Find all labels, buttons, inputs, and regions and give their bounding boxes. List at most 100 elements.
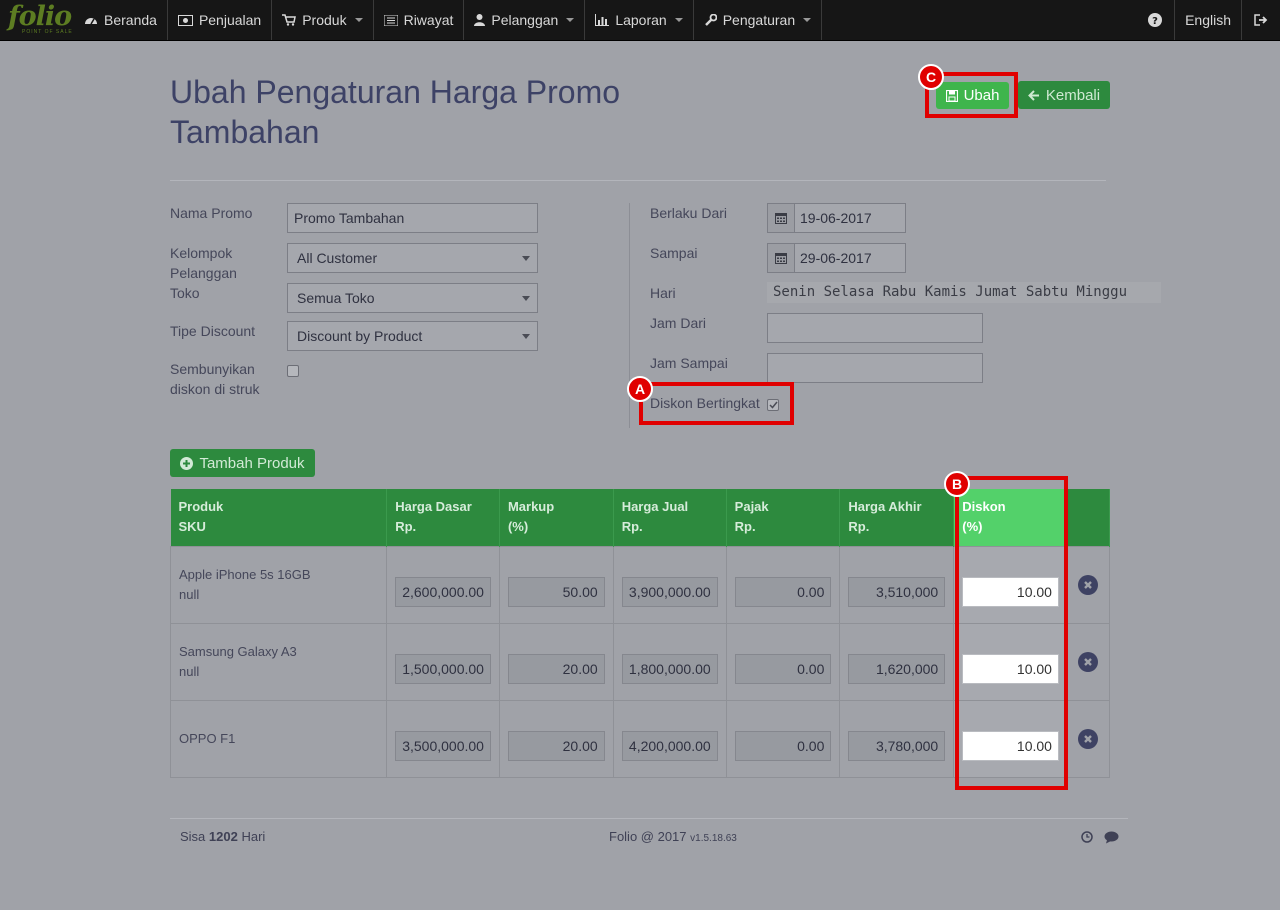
nav-label: Riwayat xyxy=(403,12,454,28)
list-icon xyxy=(383,14,398,26)
nav-label: Beranda xyxy=(104,12,157,28)
logo-text: folio xyxy=(8,1,72,32)
diskon-input[interactable]: 10.00 xyxy=(962,576,1059,607)
toko-select[interactable]: Semua Toko xyxy=(287,283,538,313)
pajak-input[interactable]: 0.00 xyxy=(734,576,832,607)
harga-dasar-cell: 2,600,000.00 xyxy=(386,545,500,624)
nama-promo-label: Nama Promo xyxy=(170,205,253,221)
marker-c: C xyxy=(918,64,944,90)
harga-jual-input[interactable]: 3,900,000.00 xyxy=(621,576,718,607)
chevron-down-icon xyxy=(674,18,683,22)
marker-a: A xyxy=(627,376,653,402)
help-button[interactable]: ? xyxy=(1136,0,1174,40)
nav-right: ? English xyxy=(1136,0,1280,40)
tipe-value: Discount by Product xyxy=(297,328,423,344)
jam-dari-input[interactable] xyxy=(767,313,983,343)
sampai-input[interactable]: 29-06-2017 xyxy=(767,243,906,273)
diskon-cell: 10.00 xyxy=(953,622,1068,701)
chevron-down-icon xyxy=(522,334,530,339)
hari-label: Hari xyxy=(650,285,676,301)
table-row: Samsung Galaxy A3 null 1,500,000.00 20.00… xyxy=(169,622,1111,701)
tipe-discount-select[interactable]: Discount by Product xyxy=(287,321,538,351)
diskon-bertingkat-checkbox[interactable] xyxy=(767,399,779,411)
check-icon xyxy=(768,401,778,409)
hari-days-selector[interactable]: Senin Selasa Rabu Kamis Jumat Sabtu Ming… xyxy=(767,282,1161,303)
table-row: OPPO F1 3,500,000.00 20.00 4,200,000.00 … xyxy=(169,699,1111,778)
pajak-input[interactable]: 0.00 xyxy=(734,653,832,684)
svg-text:?: ? xyxy=(1152,16,1158,27)
chevron-down-icon xyxy=(522,296,530,301)
nav-item-produk[interactable]: Produk xyxy=(272,0,374,40)
remove-row-icon[interactable] xyxy=(1078,728,1099,749)
calendar-icon[interactable] xyxy=(768,244,795,272)
pajak-cell: 0.00 xyxy=(725,545,841,624)
diskon-input[interactable]: 10.00 xyxy=(962,730,1059,761)
harga-akhir-input[interactable]: 3,780,000 xyxy=(848,730,946,761)
pajak-input[interactable]: 0.00 xyxy=(734,730,832,761)
sembunyikan-diskon-checkbox[interactable] xyxy=(287,365,299,377)
product-name: OPPO F1 xyxy=(179,730,236,746)
nav-label: Penjualan xyxy=(198,12,262,28)
harga-jual-input[interactable]: 4,200,000.00 xyxy=(621,730,718,761)
nav-item-riwayat[interactable]: Riwayat xyxy=(374,0,465,40)
kelompok-value: All Customer xyxy=(297,250,378,266)
logout-button[interactable] xyxy=(1241,0,1280,40)
product-sku: null xyxy=(179,586,200,602)
remove-row-icon[interactable] xyxy=(1078,651,1099,672)
question-circle-icon: ? xyxy=(1148,13,1163,27)
toko-value: Semua Toko xyxy=(297,290,375,306)
app-version: v1.5.18.63 xyxy=(690,833,737,844)
berlaku-dari-input[interactable]: 19-06-2017 xyxy=(767,203,906,233)
col-header-produk: Produk SKU xyxy=(170,489,388,546)
harga-dasar-input[interactable]: 3,500,000.00 xyxy=(395,730,491,761)
product-cell: OPPO F1 xyxy=(169,699,388,778)
harga-dasar-input[interactable]: 1,500,000.00 xyxy=(395,653,491,684)
nama-promo-input[interactable]: Promo Tambahan xyxy=(287,203,538,233)
jam-sampai-input[interactable] xyxy=(767,353,983,383)
floppy-disk-icon xyxy=(945,89,958,102)
folio-logo[interactable]: folio POINT OF SALE xyxy=(0,0,74,40)
action-cell xyxy=(1066,699,1111,778)
clock-icon[interactable] xyxy=(1081,831,1093,846)
harga-dasar-cell: 1,500,000.00 xyxy=(386,622,500,701)
remove-row-icon[interactable] xyxy=(1078,574,1099,595)
language-switch[interactable]: English xyxy=(1174,0,1241,40)
action-cell xyxy=(1066,545,1111,624)
kelompok-pelanggan-label: Kelompok Pelanggan xyxy=(170,245,237,281)
back-button[interactable]: Kembali xyxy=(1018,81,1110,109)
nav-item-beranda[interactable]: Beranda xyxy=(74,0,168,40)
top-navbar: folio POINT OF SALE Beranda Penjualan Pr… xyxy=(0,0,1280,41)
chat-icon[interactable] xyxy=(1104,831,1119,847)
table-row: Apple iPhone 5s 16GB null 2,600,000.00 50… xyxy=(169,545,1111,624)
nav-item-pengaturan[interactable]: Pengaturan xyxy=(694,0,823,40)
action-cell xyxy=(1066,622,1111,701)
product-sku: null xyxy=(179,663,200,679)
save-button[interactable]: Ubah xyxy=(936,82,1009,109)
harga-dasar-input[interactable]: 2,600,000.00 xyxy=(395,576,491,607)
markup-input[interactable]: 50.00 xyxy=(507,576,605,607)
markup-input[interactable]: 20.00 xyxy=(507,730,605,761)
kelompok-pelanggan-select[interactable]: All Customer xyxy=(287,243,538,273)
col-header-harga-dasar: Harga Dasar Rp. xyxy=(386,489,500,546)
diskon-input[interactable]: 10.00 xyxy=(962,653,1059,684)
diskon-cell: 10.00 xyxy=(953,545,1068,624)
calendar-icon[interactable] xyxy=(768,204,795,232)
nav-item-penjualan[interactable]: Penjualan xyxy=(168,0,273,40)
sampai-value: 29-06-2017 xyxy=(800,250,872,266)
cart-icon xyxy=(282,14,297,26)
nav-label: Pelanggan xyxy=(491,12,559,28)
add-product-button[interactable]: Tambah Produk xyxy=(170,449,315,477)
markup-input[interactable]: 20.00 xyxy=(507,653,605,684)
nav-item-laporan[interactable]: Laporan xyxy=(585,0,694,40)
harga-akhir-input[interactable]: 3,510,000 xyxy=(848,576,946,607)
cash-icon xyxy=(177,14,193,26)
back-label: Kembali xyxy=(1045,86,1101,104)
harga-jual-input[interactable]: 1,800,000.00 xyxy=(621,653,718,684)
product-name: Samsung Galaxy A3 xyxy=(179,643,297,659)
nav-item-pelanggan[interactable]: Pelanggan xyxy=(464,0,586,40)
table-header-row: Produk SKU Harga Dasar Rp. Markup (%) Harga… xyxy=(170,489,1111,546)
toko-label: Toko xyxy=(170,285,200,301)
harga-dasar-cell: 3,500,000.00 xyxy=(386,699,500,778)
header-divider xyxy=(170,180,1106,181)
harga-akhir-input[interactable]: 1,620,000 xyxy=(848,653,946,684)
